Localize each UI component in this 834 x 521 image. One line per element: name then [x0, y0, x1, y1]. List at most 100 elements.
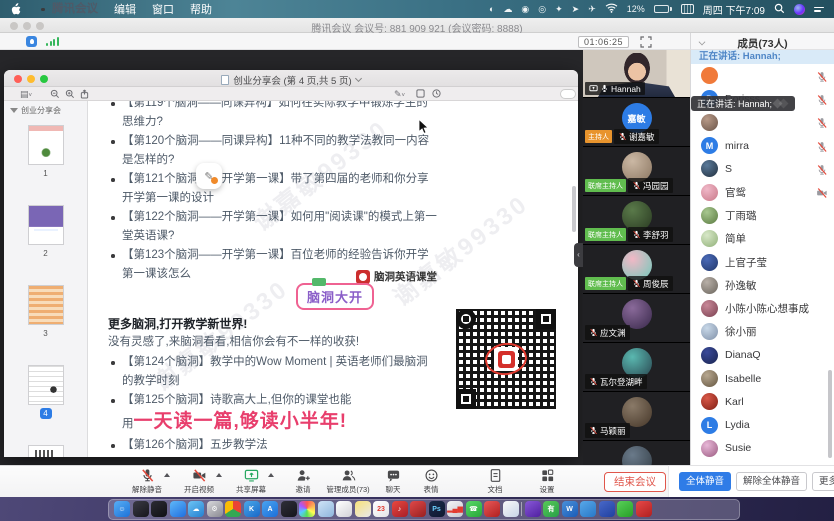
member-row[interactable]: M mirra — [691, 134, 834, 157]
sidebar-view-icon[interactable]: ▤˅ — [20, 89, 32, 101]
preview-app-icon[interactable] — [580, 501, 596, 517]
member-av-status-icon[interactable] — [816, 116, 828, 128]
video-tile[interactable]: 瓦尔登湖畔 — [583, 343, 690, 392]
network-signal-icon[interactable] — [46, 37, 59, 46]
stats-app-icon[interactable]: ▂▄▆ — [447, 501, 463, 517]
member-row[interactable]: Susie — [691, 437, 834, 460]
manage-members-button[interactable]: 管理成员(73) — [322, 468, 374, 495]
video-tile[interactable]: 联席主持人 冯园园 — [583, 147, 690, 196]
folder-icon[interactable] — [318, 501, 334, 517]
preview-minimize-button[interactable] — [27, 75, 35, 83]
member-row[interactable]: 徐小丽 — [691, 320, 834, 343]
member-row[interactable]: 上官子莹 — [691, 250, 834, 273]
wifi-icon[interactable] — [605, 3, 618, 15]
spotlight-icon[interactable] — [774, 3, 785, 16]
search-field[interactable] — [560, 89, 576, 99]
compass-app-icon[interactable] — [151, 501, 167, 517]
apple-menu-icon[interactable] — [10, 3, 24, 15]
page-thumbnail-image[interactable] — [28, 205, 64, 245]
member-row[interactable]: 官鸳 — [691, 180, 834, 203]
member-row[interactable] — [691, 111, 834, 134]
member-av-status-icon[interactable] — [816, 140, 828, 152]
status-icon-plane[interactable]: ✈ — [588, 5, 596, 14]
fullscreen-button[interactable] — [640, 35, 653, 48]
browser-dark-icon[interactable] — [281, 501, 297, 517]
settings-button[interactable]: 设置 — [528, 468, 566, 495]
member-row[interactable]: Karl — [691, 390, 834, 413]
notes-icon[interactable] — [355, 501, 371, 517]
video-panel-collapse-tab[interactable]: ‹ — [574, 243, 583, 267]
zoom-out-icon[interactable] — [50, 89, 60, 101]
video-tile[interactable]: 马颖丽 — [583, 392, 690, 441]
page-thumbnail[interactable]: 4 — [28, 365, 64, 419]
sidebar-disclosure-icon[interactable] — [10, 108, 18, 113]
status-icon-target[interactable]: ◎ — [538, 5, 546, 14]
system-preferences-icon[interactable]: ⚙ — [207, 501, 223, 517]
title-chevron-icon[interactable] — [355, 75, 362, 82]
launchpad-icon[interactable] — [133, 501, 149, 517]
page-thumbnail-image[interactable] — [28, 125, 64, 165]
member-row[interactable]: 简单 — [691, 227, 834, 250]
member-av-status-icon[interactable] — [816, 186, 828, 198]
video-tile[interactable]: 嘉敏 主持人 谢嘉敏 — [583, 98, 690, 147]
meeting-security-icon[interactable] — [26, 36, 37, 47]
input-source-icon[interactable] — [681, 4, 694, 14]
video-tile[interactable]: 联席主持人 周俊辰 — [583, 245, 690, 294]
textedit-icon[interactable] — [336, 501, 352, 517]
status-icon-spark[interactable]: ✦ — [555, 5, 563, 14]
page-thumbnail[interactable]: 1 — [28, 125, 64, 179]
unmute-all-button[interactable]: 解除全体静音 — [736, 472, 807, 491]
music-app-icon[interactable]: ♪ — [392, 501, 408, 517]
menu-window[interactable]: 窗口 — [152, 1, 174, 17]
preview-close-button[interactable] — [14, 75, 22, 83]
preview-zoom-button[interactable] — [40, 75, 48, 83]
chrome-icon[interactable] — [225, 501, 241, 517]
unmute-button[interactable]: 解除静音 — [128, 468, 166, 495]
annotation-pen-icon[interactable]: ✎ — [196, 163, 222, 189]
more-button[interactable]: 更多 — [812, 472, 834, 491]
siri-icon[interactable] — [794, 4, 805, 15]
start-video-button[interactable]: 开启视频 — [180, 468, 218, 495]
emoji-button[interactable]: 表情 — [412, 468, 450, 495]
video-tile[interactable]: Hannah — [583, 50, 690, 98]
books-icon[interactable] — [503, 501, 519, 517]
share-screen-button[interactable]: 共享屏幕 — [232, 468, 270, 495]
status-icon-globe[interactable]: ◐ — [489, 5, 494, 14]
safari-icon[interactable] — [170, 501, 186, 517]
keynote-icon[interactable]: K — [244, 501, 260, 517]
photoshop-icon[interactable]: Ps — [429, 501, 445, 517]
youdao-icon[interactable]: 有 — [543, 501, 559, 517]
music-app-icon-2[interactable] — [410, 501, 426, 517]
chat-app-icon[interactable] — [525, 501, 541, 517]
page-thumbnail[interactable] — [28, 445, 64, 457]
video-tile[interactable]: 联席主持人 李舒羽 — [583, 196, 690, 245]
status-icon-cloud[interactable]: ☁ — [503, 5, 512, 14]
member-row[interactable]: 小陈小陈心想事成 — [691, 297, 834, 320]
status-icon-record[interactable]: ◉ — [521, 5, 529, 14]
menubar-clock[interactable]: 周四 下午7:09 — [703, 2, 765, 17]
docs-app-icon[interactable] — [599, 501, 615, 517]
wechat-icon[interactable] — [617, 501, 633, 517]
notification-center-icon[interactable] — [814, 7, 824, 12]
member-row[interactable]: 孙逸敏 — [691, 274, 834, 297]
member-av-status-icon[interactable] — [816, 163, 828, 175]
network-app-icon[interactable] — [484, 501, 500, 517]
member-row[interactable]: DianaQ — [691, 344, 834, 367]
page-thumbnail-image[interactable] — [28, 365, 64, 405]
member-row[interactable]: S — [691, 157, 834, 180]
share-options-caret[interactable] — [268, 473, 274, 477]
menu-help[interactable]: 帮助 — [190, 1, 212, 17]
app-store-icon[interactable]: A — [262, 501, 278, 517]
docs-button[interactable]: 文档 — [476, 468, 514, 495]
finder-icon[interactable]: ☺ — [114, 501, 130, 517]
red-app-icon[interactable] — [636, 501, 652, 517]
timer-tool-icon[interactable] — [432, 89, 441, 100]
mic-options-caret[interactable] — [164, 473, 170, 477]
word-icon[interactable]: W — [562, 501, 578, 517]
member-row[interactable]: L Lydia — [691, 413, 834, 436]
menu-edit[interactable]: 编辑 — [114, 1, 136, 17]
facetime-icon[interactable]: ☎ — [466, 501, 482, 517]
zoom-in-icon[interactable] — [65, 89, 75, 101]
member-list-scrollbar[interactable] — [828, 370, 832, 458]
video-tile[interactable]: 应文渊 — [583, 294, 690, 343]
